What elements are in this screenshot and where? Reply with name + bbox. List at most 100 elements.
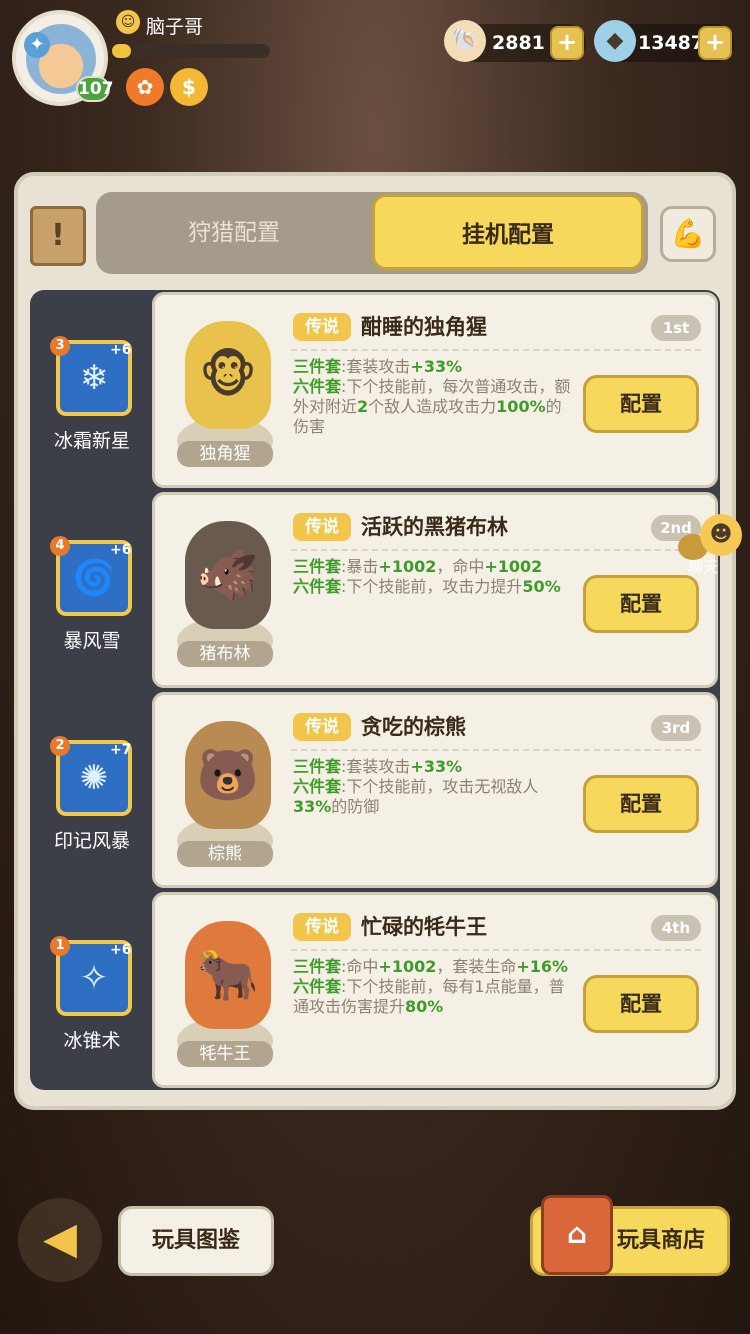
emoji-icon: ☺ xyxy=(116,10,140,34)
rarity-badge: 传说 xyxy=(293,713,351,741)
stat-value: 50% xyxy=(522,577,561,596)
add-shell-button[interactable]: + xyxy=(550,26,584,60)
vip-badge-icon[interactable]: $ xyxy=(170,68,208,106)
list-item: ❄ 3 +6 冰霜新星 🐵 独角猩 传说 酣睡的独角猩 1st 三件套:套装攻击… xyxy=(30,292,720,488)
stat-value: +1002 xyxy=(378,557,437,576)
rarity-badge: 传说 xyxy=(293,313,351,341)
crystal-icon: ◆ xyxy=(594,20,636,62)
desc-line: 三件套:命中+1002，套装生命+16% xyxy=(293,957,575,977)
stat-value: 100% xyxy=(496,397,546,416)
pin-icon: ✦ xyxy=(24,32,50,58)
chat-button[interactable]: ☻ 聊天 xyxy=(678,514,744,576)
skill-name: 印记风暴 xyxy=(53,830,130,852)
muscle-icon[interactable]: 💪 xyxy=(660,206,716,262)
rarity-badge: 传说 xyxy=(293,913,351,941)
set-tier-label: 六件套 xyxy=(293,377,342,396)
list-item: ✧ 1 +6 冰锥术 🐂 牦牛王 传说 忙碌的牦牛王 4th 三件套:命中+10… xyxy=(30,892,720,1088)
rank-badge: 4th xyxy=(651,915,701,941)
skill-plus: +6 xyxy=(110,342,132,358)
xp-bar xyxy=(112,44,270,58)
toy-name: 棕熊 xyxy=(177,841,273,867)
rarity-badge: 传说 xyxy=(293,513,351,541)
toy-name: 牦牛王 xyxy=(177,1041,273,1067)
set-tier-label: 六件套 xyxy=(293,777,342,796)
pig-goblin-toy-icon[interactable]: 🐗 xyxy=(185,521,271,629)
back-button[interactable]: ◀ xyxy=(18,1198,102,1282)
divider xyxy=(291,749,701,751)
set-tier-label: 三件套 xyxy=(293,757,342,776)
skill-level: 2 xyxy=(50,736,70,756)
toy-shop-button[interactable]: ⌂ 玩具商店 xyxy=(530,1195,730,1276)
configure-button[interactable]: 配置 xyxy=(583,375,699,433)
desc-line: 六件套:下个技能前，每有1点能量，普通攻击伤害提升80% xyxy=(293,977,575,1017)
desc-line: 六件套:下个技能前，攻击无视敌人 33%的防御 xyxy=(293,777,575,817)
tab-hunt-config[interactable]: 狩猎配置 xyxy=(96,192,372,274)
skill-name: 冰锥术 xyxy=(63,1030,121,1052)
skill-name: 冰霜新星 xyxy=(53,430,130,452)
skill-level: 4 xyxy=(50,536,70,556)
toy-name: 独角猩 xyxy=(177,441,273,467)
set-description: 三件套:套装攻击+33% 六件套:下个技能前，每次普通攻击，额外对附近2个敌人造成… xyxy=(293,357,575,437)
set-tier-label: 三件套 xyxy=(293,357,342,376)
skill-plus: +6 xyxy=(110,542,132,558)
configure-button[interactable]: 配置 xyxy=(583,975,699,1033)
set-title: 酣睡的独角猩 xyxy=(361,315,487,339)
skill-slot[interactable]: ✧ 1 +6 冰锥术 xyxy=(30,892,154,1088)
desc-line: 六件套:下个技能前，攻击力提升50% xyxy=(293,577,575,597)
desc-text: ，命中 xyxy=(436,557,485,576)
configure-button[interactable]: 配置 xyxy=(583,775,699,833)
player-level-badge: 107 xyxy=(76,76,114,102)
skill-level: 3 xyxy=(50,336,70,356)
toy-name: 猪布林 xyxy=(177,641,273,667)
set-description: 三件套:命中+1002，套装生命+16% 六件套:下个技能前，每有1点能量，普通攻… xyxy=(293,957,575,1017)
stat-value: +1002 xyxy=(484,557,543,576)
desc-line: 三件套:套装攻击+33% xyxy=(293,357,575,377)
divider xyxy=(291,949,701,951)
desc-text: :命中 xyxy=(341,957,379,976)
set-tier-label: 六件套 xyxy=(293,577,342,596)
divider xyxy=(291,349,701,351)
skill-level: 1 xyxy=(50,936,70,956)
chat-face-icon: ☻ xyxy=(700,514,742,556)
sleeping-ape-toy-icon[interactable]: 🐵 xyxy=(185,321,271,429)
skill-slot[interactable]: ❄ 3 +6 冰霜新星 xyxy=(30,292,154,488)
stat-value: +1002 xyxy=(378,957,437,976)
tab-idle-config[interactable]: 挂机配置 xyxy=(372,194,644,270)
stat-value: +33% xyxy=(410,757,463,776)
stat-value: 80% xyxy=(405,997,444,1016)
set-tier-label: 三件套 xyxy=(293,557,342,576)
desc-text: :套装攻击 xyxy=(341,757,411,776)
desc-text: 的防御 xyxy=(331,797,380,816)
skill-slot[interactable]: 🌀 4 +6 暴风雪 xyxy=(30,492,154,688)
add-crystal-button[interactable]: + xyxy=(698,26,732,60)
flower-badge-icon[interactable]: ✿ xyxy=(126,68,164,106)
back-arrow-icon: ◀ xyxy=(43,1213,77,1264)
toy-card: 🐵 独角猩 传说 酣睡的独角猩 1st 三件套:套装攻击+33% 六件套:下个技能… xyxy=(152,292,718,488)
desc-text: :暴击 xyxy=(341,557,379,576)
chat-label: 聊天 xyxy=(688,558,719,576)
currency-shell: 🐚 2881 + xyxy=(444,20,586,62)
shop-stall-icon: ⌂ xyxy=(541,1195,613,1275)
set-description: 三件套:暴击+1002，命中+1002 六件套:下个技能前，攻击力提升50% xyxy=(293,557,575,597)
toy-card: 🐂 牦牛王 传说 忙碌的牦牛王 4th 三件套:命中+1002，套装生命+16%… xyxy=(152,892,718,1088)
scroll-icon[interactable]: ! xyxy=(30,206,86,266)
toy-shop-label: 玩具商店 xyxy=(617,1228,706,1253)
desc-line: 三件套:暴击+1002，命中+1002 xyxy=(293,557,575,577)
toy-guide-button[interactable]: 玩具图鉴 xyxy=(118,1206,274,1276)
set-tier-label: 三件套 xyxy=(293,957,342,976)
desc-text: :套装攻击 xyxy=(341,357,411,376)
brown-bear-toy-icon[interactable]: 🐻 xyxy=(185,721,271,829)
desc-line: 六件套:下个技能前，每次普通攻击，额外对附近2个敌人造成攻击力100%的伤害 xyxy=(293,377,575,437)
configure-button[interactable]: 配置 xyxy=(583,575,699,633)
desc-text: ，套装生命 xyxy=(436,957,517,976)
yak-king-toy-icon[interactable]: 🐂 xyxy=(185,921,271,1029)
divider xyxy=(291,549,701,551)
skill-slot[interactable]: ✺ 2 +7 印记风暴 xyxy=(30,692,154,888)
skill-plus: +6 xyxy=(110,942,132,958)
skill-plus: +7 xyxy=(110,742,132,758)
set-title: 贪吃的棕熊 xyxy=(361,715,466,739)
stat-value: 2 xyxy=(357,397,369,416)
set-tier-label: 六件套 xyxy=(293,977,342,996)
toy-set-list: ❄ 3 +6 冰霜新星 🐵 独角猩 传说 酣睡的独角猩 1st 三件套:套装攻击… xyxy=(30,290,720,1090)
desc-text: :下个技能前，攻击无视敌人 xyxy=(341,777,539,796)
